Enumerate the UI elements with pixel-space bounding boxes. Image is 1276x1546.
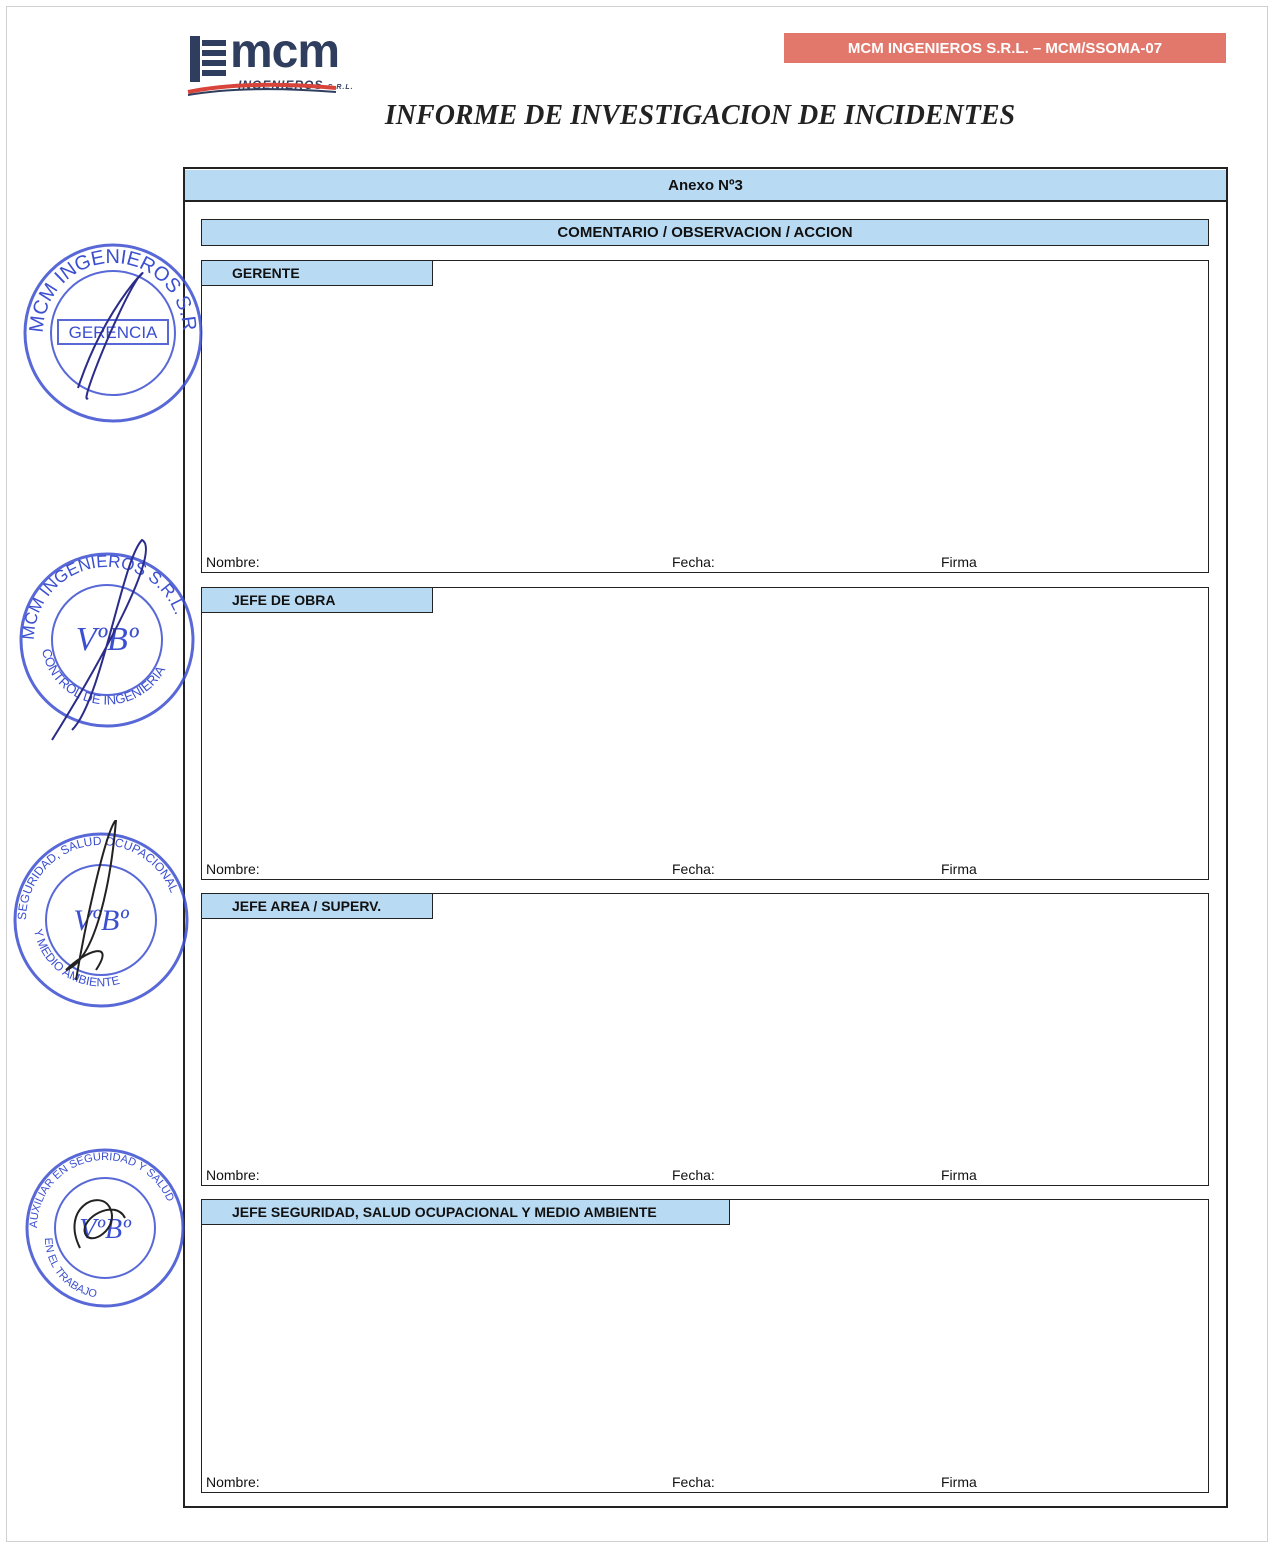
company-logo: mcm INGENIEROS S.R.L. xyxy=(186,25,356,98)
signature-row: Nombre: Fecha: Firma xyxy=(206,857,1208,877)
section-jefe-de-obra: JEFE DE OBRA Nombre: Fecha: Firma xyxy=(201,587,1209,880)
signature-row: Nombre: Fecha: Firma xyxy=(206,1163,1208,1183)
seguridad-stamp: VºBº SEGURIDAD, SALUD OCUPACIONAL Y MEDI… xyxy=(13,820,189,1008)
nombre-label: Nombre: xyxy=(206,554,260,570)
nombre-label: Nombre: xyxy=(206,861,260,877)
signature-row: Nombre: Fecha: Firma xyxy=(206,550,1208,570)
fecha-label: Fecha: xyxy=(672,554,715,570)
page-title: INFORME DE INVESTIGACION DE INCIDENTES xyxy=(384,100,1016,131)
comment-heading: COMENTARIO / OBSERVACION / ACCION xyxy=(201,219,1209,246)
section-gerente: GERENTE Nombre: Fecha: Firma xyxy=(201,260,1209,573)
section-label: JEFE DE OBRA xyxy=(202,588,433,613)
nombre-label: Nombre: xyxy=(206,1474,260,1490)
document-code-badge: MCM INGENIEROS S.R.L. – MCM/SSOMA-07 xyxy=(784,33,1226,63)
firma-label: Firma xyxy=(941,554,977,570)
logo-swoosh xyxy=(187,82,337,96)
gerencia-stamp: GERENCIA MCM INGENIEROS S.R.L. xyxy=(18,238,203,423)
annex-heading: Anexo Nº3 xyxy=(185,170,1226,202)
fecha-label: Fecha: xyxy=(672,1167,715,1183)
firma-label: Firma xyxy=(941,861,977,877)
section-label: JEFE AREA / SUPERV. xyxy=(202,894,433,919)
building-icon xyxy=(190,36,226,82)
section-jefe-seguridad: JEFE SEGURIDAD, SALUD OCUPACIONAL Y MEDI… xyxy=(201,1199,1209,1493)
logo-brand: mcm xyxy=(230,25,340,78)
firma-label: Firma xyxy=(941,1167,977,1183)
nombre-label: Nombre: xyxy=(206,1167,260,1183)
auxiliar-stamp: VºBº AUXILIAR EN SEGURIDAD Y SALUD EN EL… xyxy=(25,1148,185,1308)
fecha-label: Fecha: xyxy=(672,1474,715,1490)
section-jefe-area: JEFE AREA / SUPERV. Nombre: Fecha: Firma xyxy=(201,893,1209,1186)
svg-text:EN EL TRABAJO: EN EL TRABAJO xyxy=(42,1237,99,1300)
firma-label: Firma xyxy=(941,1474,977,1490)
svg-text:VºBº: VºBº xyxy=(79,1214,132,1245)
signature-row: Nombre: Fecha: Firma xyxy=(206,1470,1208,1490)
fecha-label: Fecha: xyxy=(672,861,715,877)
vobo-control-stamp: VºBº MCM INGENIEROS S.R.L. CONTROL DE IN… xyxy=(19,538,195,741)
section-label: GERENTE xyxy=(202,261,433,286)
section-label: JEFE SEGURIDAD, SALUD OCUPACIONAL Y MEDI… xyxy=(202,1200,730,1225)
